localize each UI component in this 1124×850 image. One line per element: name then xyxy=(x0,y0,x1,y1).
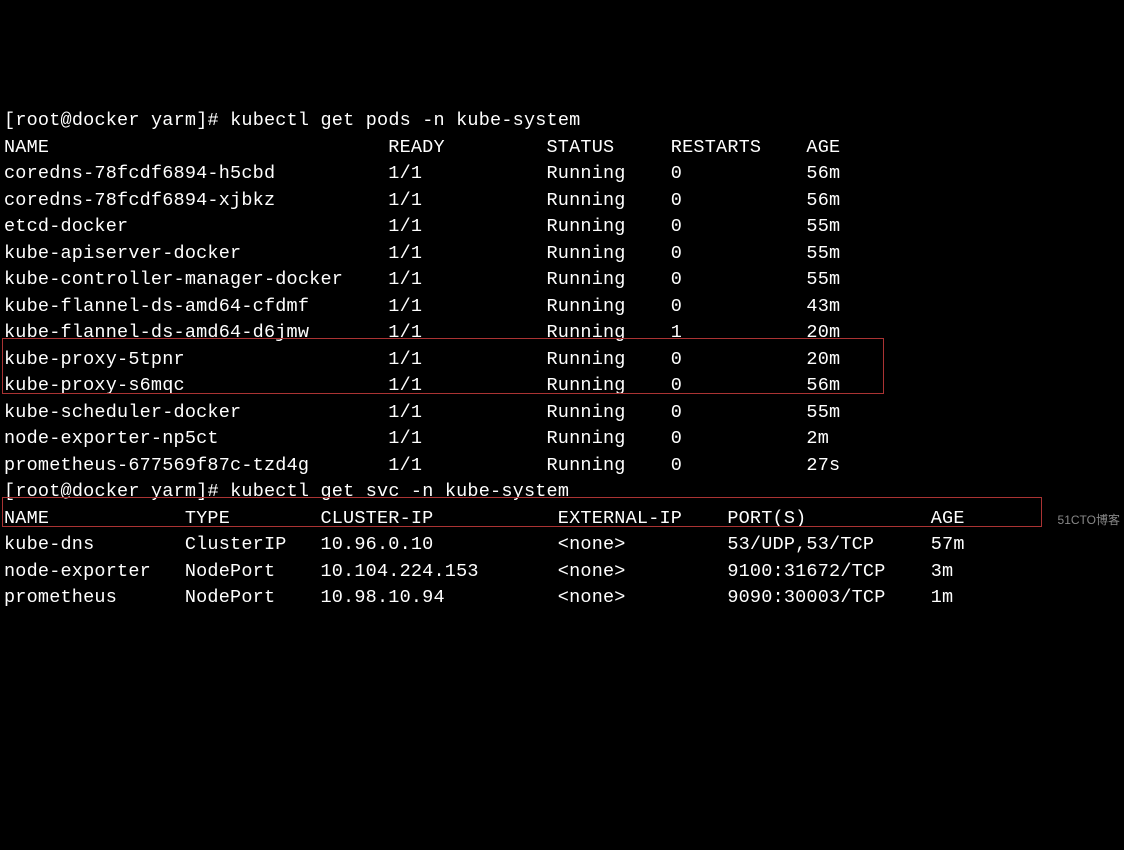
table-row: kube-scheduler-docker 1/1 Running 0 55m xyxy=(4,402,840,423)
table-row: prometheus NodePort 10.98.10.94 <none> 9… xyxy=(4,587,953,608)
table-row: etcd-docker 1/1 Running 0 55m xyxy=(4,216,840,237)
terminal[interactable]: [root@docker yarm]# kubectl get pods -n … xyxy=(4,108,1122,612)
command: kubectl get svc -n kube-system xyxy=(230,481,569,502)
table-row: kube-flannel-ds-amd64-d6jmw 1/1 Running … xyxy=(4,322,840,343)
line: [root@docker yarm]# kubectl get pods -n … xyxy=(4,110,580,131)
table-row: prometheus-677569f87c-tzd4g 1/1 Running … xyxy=(4,455,840,476)
prompt-host: docker xyxy=(72,110,140,131)
prompt-cwd: yarm xyxy=(151,481,196,502)
watermark: 51CTO博客 xyxy=(1058,507,1120,534)
prompt-user: root xyxy=(15,481,60,502)
pods-header: NAME READY STATUS RESTARTS AGE xyxy=(4,137,840,158)
table-row: coredns-78fcdf6894-h5cbd 1/1 Running 0 5… xyxy=(4,163,840,184)
line: [root@docker yarm]# kubectl get svc -n k… xyxy=(4,481,569,502)
table-row: coredns-78fcdf6894-xjbkz 1/1 Running 0 5… xyxy=(4,190,840,211)
table-row: kube-proxy-5tpnr 1/1 Running 0 20m xyxy=(4,349,840,370)
table-row: node-exporter NodePort 10.104.224.153 <n… xyxy=(4,561,953,582)
prompt-user: root xyxy=(15,110,60,131)
table-row: kube-controller-manager-docker 1/1 Runni… xyxy=(4,269,840,290)
prompt-cwd: yarm xyxy=(151,110,196,131)
table-row: node-exporter-np5ct 1/1 Running 0 2m xyxy=(4,428,829,449)
svc-header: NAME TYPE CLUSTER-IP EXTERNAL-IP PORT(S)… xyxy=(4,508,965,529)
table-row: kube-dns ClusterIP 10.96.0.10 <none> 53/… xyxy=(4,534,965,555)
prompt-host: docker xyxy=(72,481,140,502)
table-row: kube-proxy-s6mqc 1/1 Running 0 56m xyxy=(4,375,840,396)
table-row: kube-apiserver-docker 1/1 Running 0 55m xyxy=(4,243,840,264)
command: kubectl get pods -n kube-system xyxy=(230,110,580,131)
table-row: kube-flannel-ds-amd64-cfdmf 1/1 Running … xyxy=(4,296,840,317)
